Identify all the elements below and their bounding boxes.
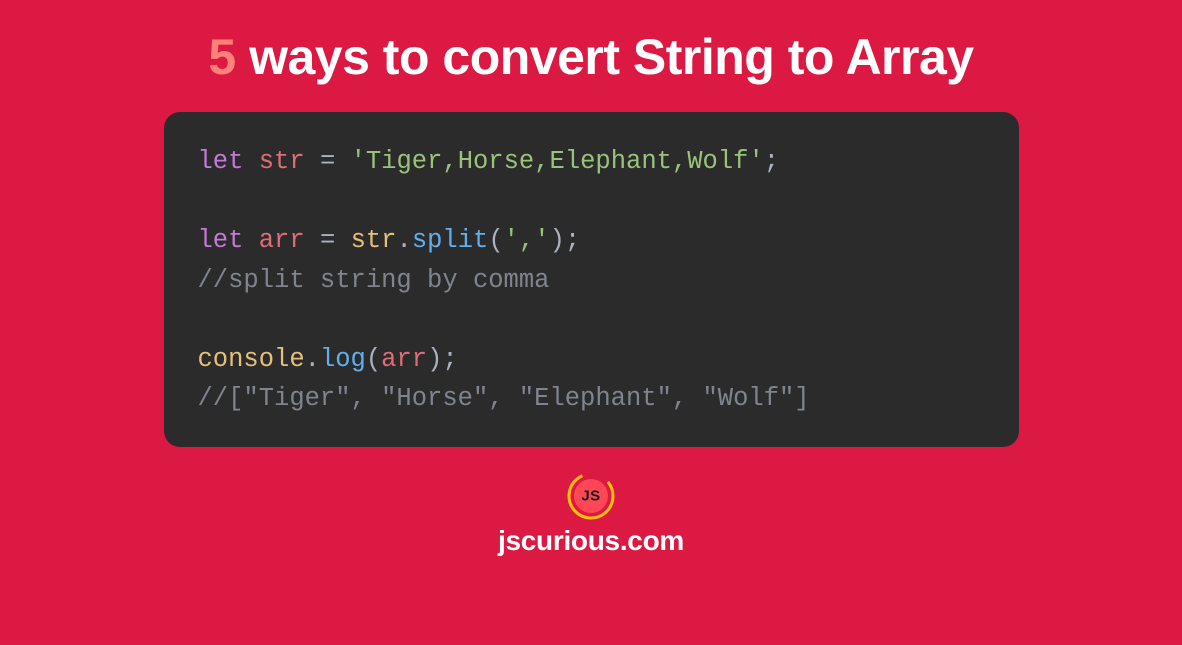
code-operator: = [305,147,351,176]
code-punct: ); [427,345,458,374]
site-logo: JS [566,471,616,521]
footer: JS jscurious.com [498,471,684,557]
title-main: ways to convert String to Array [236,29,974,85]
code-content: let str = 'Tiger,Horse,Elephant,Wolf'; l… [198,142,985,419]
title-accent: 5 [208,29,235,85]
code-function: split [412,226,489,255]
logo-text: JS [581,487,600,504]
code-param: arr [381,345,427,374]
code-variable: arr [259,226,305,255]
page-title: 5 ways to convert String to Array [208,28,973,86]
code-keyword: let [198,226,244,255]
code-keyword: let [198,147,244,176]
code-punct: ; [764,147,779,176]
code-operator: = [305,226,351,255]
code-punct: ( [366,345,381,374]
code-function: log [320,345,366,374]
code-punct: ); [550,226,581,255]
code-comment: //split string by comma [198,266,550,295]
site-name: jscurious.com [498,525,684,557]
code-variable: str [259,147,305,176]
code-comment: //["Tiger", "Horse", "Elephant", "Wolf"] [198,384,810,413]
code-punct: . [397,226,412,255]
code-block: let str = 'Tiger,Horse,Elephant,Wolf'; l… [164,112,1019,447]
code-object: str [351,226,397,255]
code-string: 'Tiger,Horse,Elephant,Wolf' [351,147,764,176]
code-punct: . [305,345,320,374]
code-object: console [198,345,305,374]
code-punct: ( [488,226,503,255]
code-string: ',' [504,226,550,255]
